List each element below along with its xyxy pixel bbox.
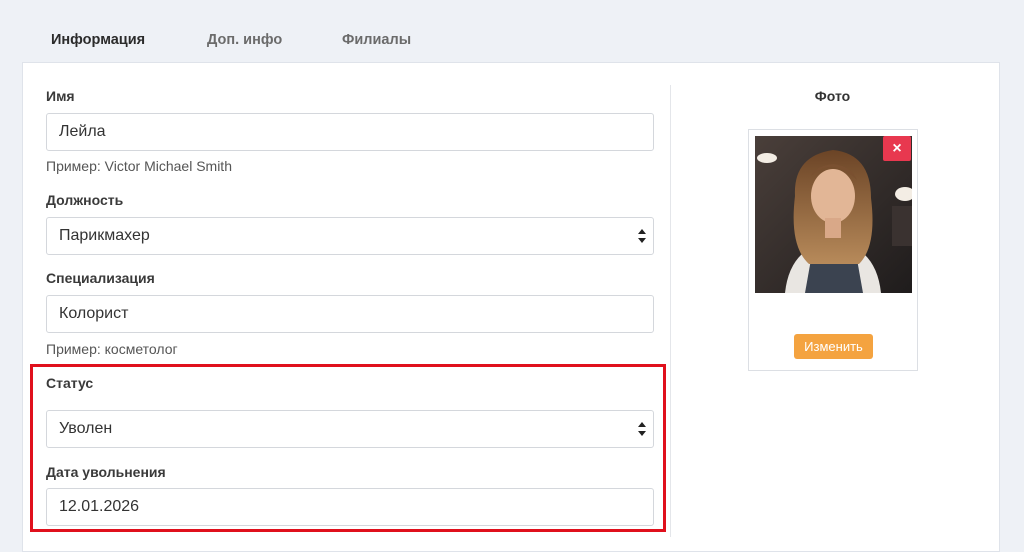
specialization-hint: Пример: косметолог bbox=[46, 341, 178, 357]
dismissal-date-label: Дата увольнения bbox=[46, 464, 166, 480]
tab-branches[interactable]: Филиалы bbox=[342, 32, 411, 48]
dismissal-date-input[interactable]: 12.01.2026 bbox=[46, 488, 654, 526]
position-select[interactable]: Парикмахер bbox=[46, 217, 654, 255]
status-select[interactable]: Уволен bbox=[46, 410, 654, 448]
specialization-label: Специализация bbox=[46, 270, 155, 286]
specialization-input[interactable]: Колорист bbox=[46, 295, 654, 333]
dismissal-date-value: 12.01.2026 bbox=[59, 498, 140, 515]
select-arrows-icon bbox=[638, 229, 646, 243]
status-value: Уволен bbox=[59, 420, 113, 437]
name-hint: Пример: Victor Michael Smith bbox=[46, 158, 232, 174]
close-icon: × bbox=[892, 140, 902, 157]
photo-title: Фото bbox=[814, 88, 851, 104]
column-divider bbox=[670, 85, 671, 537]
tab-information[interactable]: Информация bbox=[51, 32, 145, 48]
tab-bar: Информация Доп. инфо Филиалы bbox=[0, 0, 1024, 62]
name-label: Имя bbox=[46, 88, 75, 104]
select-arrows-icon bbox=[638, 422, 646, 436]
position-label: Должность bbox=[46, 192, 124, 208]
name-input[interactable]: Лейла bbox=[46, 113, 654, 151]
status-label: Статус bbox=[46, 375, 94, 391]
change-photo-button[interactable]: Изменить bbox=[794, 334, 873, 359]
specialization-value: Колорист bbox=[59, 305, 129, 322]
position-value: Парикмахер bbox=[59, 227, 150, 244]
name-value: Лейла bbox=[59, 123, 106, 140]
delete-photo-button[interactable]: × bbox=[883, 136, 911, 161]
tab-extra-info[interactable]: Доп. инфо bbox=[207, 32, 282, 48]
